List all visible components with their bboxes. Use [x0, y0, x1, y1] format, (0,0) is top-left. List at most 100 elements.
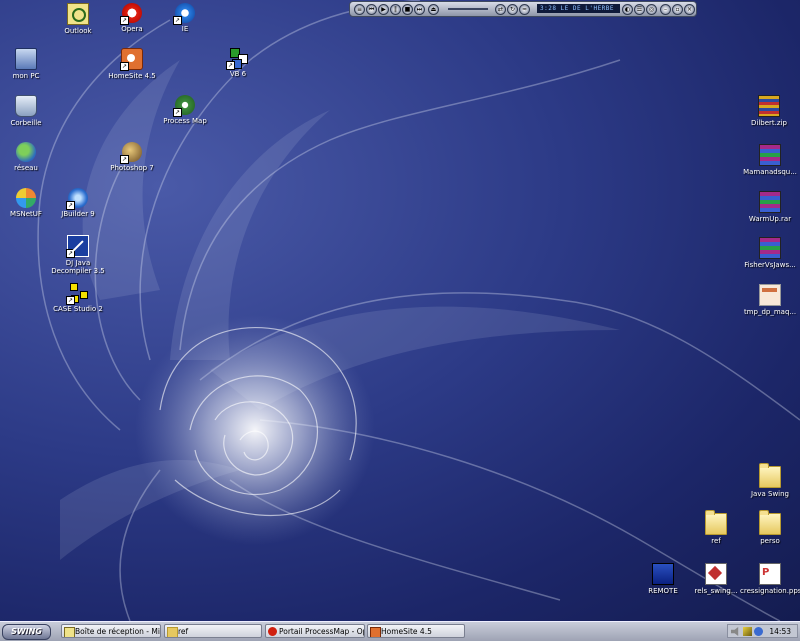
computer-icon — [15, 48, 37, 70]
homesite-icon — [370, 627, 381, 637]
desktop-icon-outlook[interactable]: Outlook — [48, 3, 108, 35]
desktop-icon-label: Corbeille — [10, 119, 42, 127]
desktop-icon-label: HomeSite 4.5 — [108, 72, 156, 80]
decompiler-icon: ↗ — [66, 235, 89, 258]
previous-button[interactable]: ⏮ — [366, 4, 377, 15]
desktop-icon-label: Java Swing — [750, 490, 789, 498]
desktop-icon-label: cressignation.pps — [740, 587, 800, 595]
shortcut-arrow-icon: ↗ — [120, 155, 129, 164]
desktop-icon-ie[interactable]: ↗ IE — [155, 3, 215, 33]
internet-explorer-icon: ↗ — [173, 3, 195, 25]
vb6-icon: ↗ — [226, 48, 248, 70]
opera-icon: ↗ — [120, 3, 142, 25]
play-button[interactable]: ▶ — [378, 4, 389, 15]
desktop-icon-label-line2: Decompiler 3.5 — [51, 267, 105, 275]
shortcut-arrow-icon: ↗ — [173, 16, 182, 25]
folder-icon — [759, 463, 781, 488]
menu-button[interactable]: ≡ — [354, 4, 365, 15]
taskbar-button-label: Portail ProcessMap - Opera — [279, 627, 364, 636]
equalizer-button[interactable]: ≈ — [519, 4, 530, 15]
network-icon — [16, 142, 36, 162]
desktop-icon-homesite[interactable]: ↗ HomeSite 4.5 — [102, 48, 162, 80]
desktop-icon-dilbert[interactable]: Dilbert.zip — [739, 95, 799, 127]
shortcut-arrow-icon: ↗ — [173, 108, 182, 117]
desktop-icon-label: perso — [760, 537, 780, 545]
desktop-icon-java-swing[interactable]: Java Swing — [740, 463, 800, 498]
case-studio-icon: ↗ — [66, 283, 88, 305]
repeat-button[interactable]: ↻ — [507, 4, 518, 15]
taskbar-button-opera[interactable]: Portail ProcessMap - Opera — [265, 624, 365, 638]
next-button[interactable]: ⏭ — [414, 4, 425, 15]
desktop-icon-perso[interactable]: perso — [740, 510, 800, 545]
jbuilder-icon: ↗ — [66, 188, 88, 210]
seek-slider[interactable] — [448, 8, 488, 10]
zip-archive-icon — [758, 95, 780, 117]
playlist-button[interactable]: ☰ — [634, 4, 645, 15]
desktop-icon-label: mon PC — [12, 72, 40, 80]
clock[interactable]: 14:53 — [769, 625, 791, 638]
desktop-icon-label-line1: DJ Java — [65, 259, 91, 267]
desktop-icon-pps[interactable]: cressignation.pps — [740, 563, 800, 595]
start-button[interactable]: SWING — [2, 624, 51, 640]
shortcut-arrow-icon: ↗ — [120, 62, 129, 71]
volume-button[interactable]: ◐ — [622, 4, 633, 15]
desktop-icon-label: tmp_dp_maq... — [743, 308, 797, 316]
homesite-icon: ↗ — [120, 48, 143, 71]
desktop-icon-remote[interactable]: REMOTE — [633, 563, 693, 595]
network-connection-icon[interactable] — [743, 627, 752, 636]
desktop-icon-vb6[interactable]: ↗ VB 6 — [208, 48, 268, 78]
desktop-icon-mamanadsqu[interactable]: Mamanadsqu... — [740, 144, 800, 176]
desktop-icon-label: Photoshop 7 — [110, 164, 154, 172]
taskbar-button-label: HomeSite 4.5 — [381, 627, 432, 636]
stop-button[interactable]: ■ — [402, 4, 413, 15]
process-map-icon: ↗ — [173, 95, 195, 117]
msn-icon — [16, 188, 36, 208]
shortcut-arrow-icon: ↗ — [66, 296, 75, 305]
photoshop-icon: ↗ — [120, 142, 142, 164]
desktop-icon-rels[interactable]: rels_swing... — [686, 563, 746, 595]
options-button[interactable]: ◎ — [646, 4, 657, 15]
tray-app-icon[interactable] — [754, 627, 763, 636]
pause-button[interactable]: ‖ — [390, 4, 401, 15]
desktop-icon-mon-pc[interactable]: mon PC — [0, 48, 56, 80]
desktop-icon-reseau[interactable]: réseau — [0, 142, 56, 172]
desktop-icon-tmp[interactable]: tmp_dp_maq... — [740, 284, 800, 316]
taskbar-button-homesite[interactable]: HomeSite 4.5 — [367, 624, 465, 638]
desktop-icon-label: Process Map — [163, 117, 207, 125]
desktop-icon-jbuilder[interactable]: ↗ JBuilder 9 — [48, 188, 108, 218]
shuffle-button[interactable]: ⇄ — [495, 4, 506, 15]
desktop-icon-warmup[interactable]: WarmUp.rar — [740, 191, 800, 223]
desktop-icon-label: Dilbert.zip — [751, 119, 787, 127]
restore-button[interactable]: ▫ — [672, 4, 683, 15]
desktop-icon-case-studio[interactable]: ↗ CASE Studio 2 — [48, 283, 108, 313]
opera-icon — [268, 627, 277, 636]
desktop-icon-dj-decompiler[interactable]: ↗ DJ Java Decompiler 3.5 — [48, 235, 108, 275]
image-file-icon — [759, 284, 781, 306]
desktop-icon-processmap[interactable]: ↗ Process Map — [155, 95, 215, 125]
desktop-icon-fishervs[interactable]: FisherVsJaws... — [740, 237, 800, 269]
desktop-icon-label: WarmUp.rar — [748, 215, 792, 223]
minimize-button[interactable]: – — [660, 4, 671, 15]
desktop-icon-label: VB 6 — [229, 70, 247, 78]
shortcut-arrow-icon: ↗ — [66, 249, 75, 258]
close-button[interactable]: × — [684, 4, 695, 15]
eject-button[interactable]: ⏏ — [428, 4, 439, 15]
folder-icon — [705, 510, 727, 535]
desktop-icon-label: FisherVsJaws... — [744, 261, 796, 269]
desktop-icon-label: IE — [181, 25, 189, 33]
taskbar-button-outlook[interactable]: Boîte de réception - Micro... — [61, 624, 161, 638]
taskbar: SWING Boîte de réception - Micro... ref … — [0, 621, 800, 641]
document-icon — [705, 563, 727, 585]
powerpoint-icon — [759, 563, 781, 585]
taskbar-button-ref[interactable]: ref — [164, 624, 262, 638]
desktop-icon-opera[interactable]: ↗ Opera — [102, 3, 162, 33]
desktop-icon-ref[interactable]: ref — [686, 510, 746, 545]
desktop-icon-photoshop[interactable]: ↗ Photoshop 7 — [102, 142, 162, 172]
taskbar-button-label: ref — [178, 627, 189, 636]
volume-icon[interactable] — [731, 627, 739, 636]
desktop-icon-corbeille[interactable]: Corbeille — [0, 95, 56, 127]
outlook-icon — [64, 627, 75, 637]
desktop-icon-label: REMOTE — [648, 587, 678, 595]
remote-desktop-icon — [652, 563, 674, 585]
rar-archive-icon — [759, 237, 781, 259]
